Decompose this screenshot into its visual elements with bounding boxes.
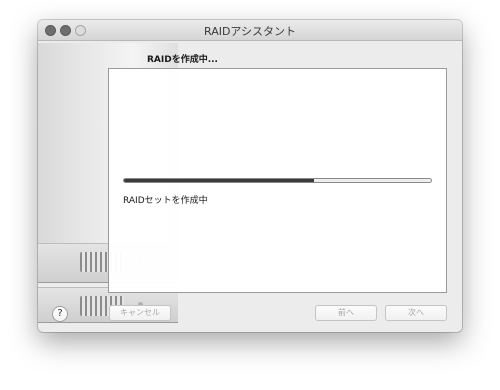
title-bar[interactable]: RAIDアシスタント: [38, 20, 462, 41]
step-heading: RAIDを作成中...: [147, 55, 218, 65]
raid-assistant-window: RAIDアシスタント RAIDを作成中... RAIDセットを作成中 ? キャン…: [38, 20, 462, 332]
window-title: RAIDアシスタント: [204, 25, 296, 38]
previous-button[interactable]: 前へ: [315, 305, 377, 321]
progress-bar-fill: [124, 179, 315, 182]
progress-panel: RAIDセットを作成中: [108, 68, 447, 293]
next-button[interactable]: 次へ: [385, 305, 447, 321]
help-button[interactable]: ?: [52, 306, 68, 322]
cancel-button[interactable]: キャンセル: [109, 305, 171, 321]
status-text: RAIDセットを作成中: [123, 196, 208, 206]
progress-bar: [123, 178, 432, 183]
stage: RAIDアシスタント RAIDを作成中... RAIDセットを作成中 ? キャン…: [0, 0, 500, 390]
